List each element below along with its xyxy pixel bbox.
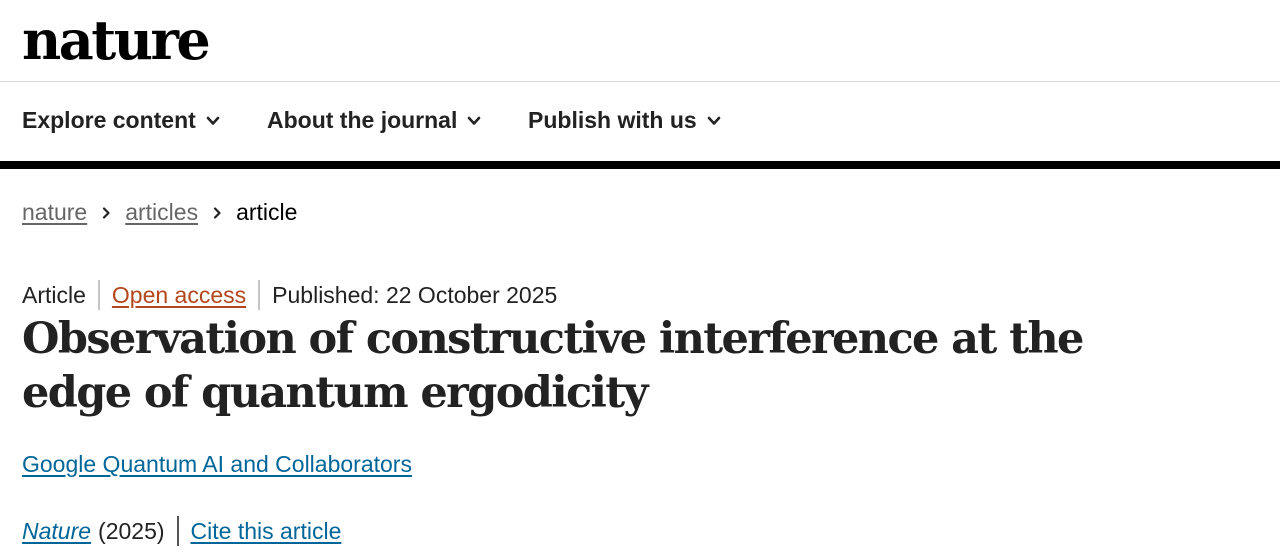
meta-divider [258,280,261,310]
citation-line: Nature (2025) Cite this article [22,516,341,546]
nav-publish-with-us[interactable]: Publish with us [528,107,721,134]
nav-explore-content[interactable]: Explore content [22,107,220,134]
nav-item-label: Publish with us [528,107,697,133]
authors-link[interactable]: Google Quantum AI and Collaborators [22,451,412,478]
published-date: Published: 22 October 2025 [272,281,558,308]
nav-item-label: Explore content [22,107,196,133]
chevron-down-icon [468,116,481,125]
nav-about-journal[interactable]: About the journal [267,107,481,134]
breadcrumb-link-articles[interactable]: articles [125,199,198,226]
journal-link[interactable]: Nature [22,518,91,545]
citation-divider [176,516,179,546]
chevron-right-icon [103,206,110,219]
cite-this-article-link[interactable]: Cite this article [191,518,342,545]
chevron-down-icon [707,116,720,125]
main-nav: Explore content About the journal Publis… [0,82,1280,169]
nature-logo[interactable]: nature [22,2,211,78]
chevron-right-icon [213,206,221,219]
chevron-down-icon [206,116,220,125]
article-type: Article [22,281,86,308]
article-title: Observation of constructive interference… [22,314,1084,418]
meta-divider [97,280,100,310]
open-access-link[interactable]: Open access [112,282,246,309]
publication-year: (2025) [98,517,165,544]
article-meta: Article Open access Published: 22 Octobe… [22,280,557,310]
breadcrumb-link-nature[interactable]: nature [22,199,87,226]
site-header: nature [0,0,1280,82]
nav-item-label: About the journal [267,107,458,133]
breadcrumb-current: article [236,199,298,225]
breadcrumb: nature articles article [22,199,297,226]
